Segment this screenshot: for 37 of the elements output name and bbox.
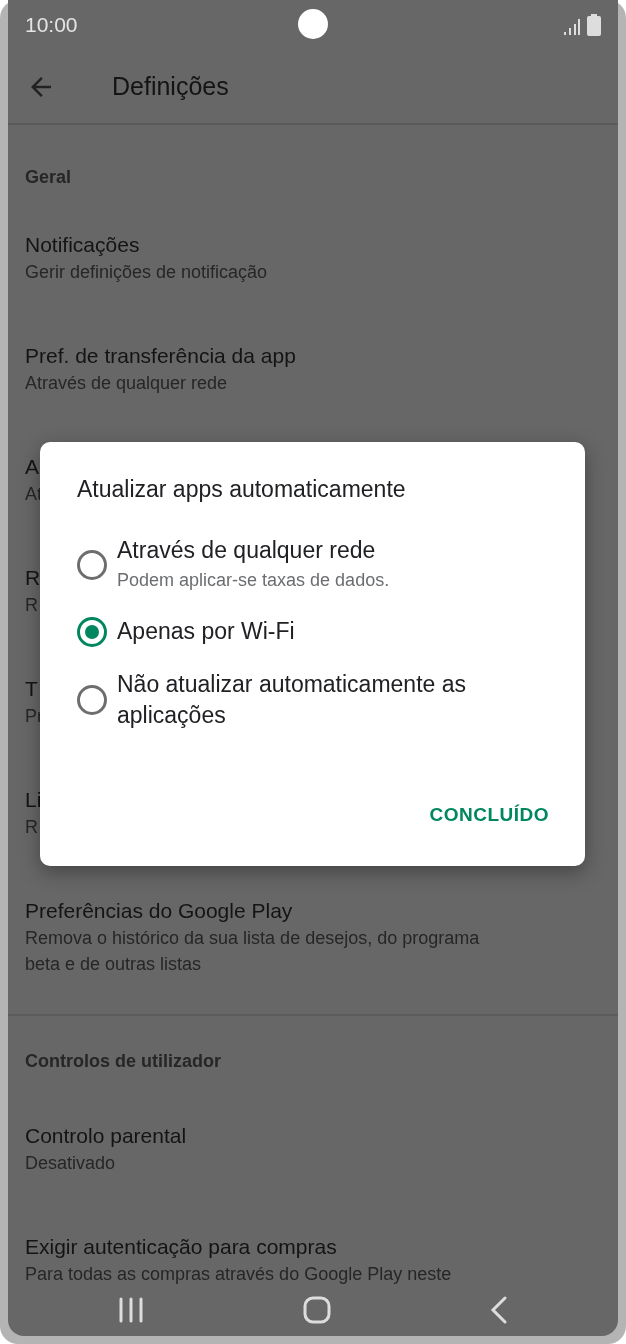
setting-title[interactable]: Li — [25, 786, 42, 814]
setting-title[interactable]: T — [25, 675, 38, 703]
setting-title[interactable]: R — [25, 564, 41, 592]
battery-icon — [587, 14, 601, 36]
setting-title[interactable]: Preferências do Google Play — [25, 897, 293, 925]
recents-icon[interactable] — [117, 1297, 144, 1323]
option-label[interactable]: Através de qualquer rede — [117, 535, 390, 566]
setting-subtitle: beta e de outras listas — [25, 953, 202, 976]
setting-title[interactable]: Controlo parental — [25, 1122, 187, 1150]
setting-subtitle: Pr — [25, 705, 43, 728]
dialog-title: Atualizar apps automaticamente — [77, 476, 407, 503]
option-label[interactable]: Não atualizar automaticamente as aplicações — [117, 669, 549, 731]
camera-hole — [298, 9, 328, 39]
home-icon[interactable] — [303, 1296, 331, 1324]
setting-title[interactable]: Exigir autenticação para compras — [25, 1233, 337, 1261]
setting-subtitle: Gerir definições de notificação — [25, 261, 268, 284]
setting-subtitle: Para todas as compras através do Google Play neste — [25, 1263, 452, 1284]
back-icon[interactable] — [490, 1296, 509, 1324]
radio-button[interactable] — [77, 549, 107, 580]
section-heading: Controlos de utilizador — [25, 1051, 221, 1071]
radio-button[interactable] — [77, 685, 107, 715]
option-label[interactable]: Apenas por Wi-Fi — [117, 616, 295, 647]
setting-subtitle: Remova o histórico da sua lista de desejos, do programa — [25, 927, 480, 950]
setting-subtitle: Desativado — [25, 1152, 116, 1175]
status-time: 10:00 — [25, 13, 78, 37]
page-title: Definições — [112, 72, 229, 101]
radio-button[interactable] — [77, 616, 107, 647]
option-description: Podem aplicar-se taxas de dados. — [117, 569, 390, 592]
setting-subtitle: Através de qualquer rede — [25, 372, 228, 395]
signal-icon — [563, 18, 581, 36]
section-heading: Geral — [25, 167, 72, 187]
setting-title[interactable]: A — [25, 453, 39, 481]
setting-subtitle: R — [25, 594, 38, 617]
setting-title[interactable]: Pref. de transferência da app — [25, 342, 296, 370]
done-button[interactable]: CONCLUÍDO — [429, 798, 549, 832]
setting-title[interactable]: Notificações — [25, 231, 140, 259]
setting-subtitle: R — [25, 816, 38, 839]
